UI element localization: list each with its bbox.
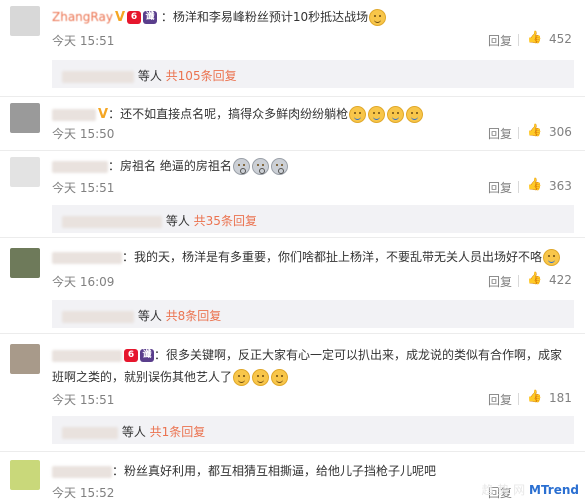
watermark: 趋 势 网 MTrend xyxy=(481,483,579,497)
user-name[interactable] xyxy=(52,251,122,264)
divider xyxy=(518,34,519,46)
sub-reply-summary[interactable]: 等人 共105条回复 xyxy=(52,60,574,88)
vip-icon: 6 xyxy=(124,349,138,362)
comment-time: 今天 15:51 xyxy=(52,393,115,407)
comment-text: 房祖名 绝逼的房祖名 xyxy=(120,159,232,173)
reply-button[interactable]: 回复 xyxy=(488,179,512,196)
comment-item: V：还不如直接点名呢，搞得众多鲜肉纷纷躺枪 今天 15:50 回复 👍 306 xyxy=(0,97,585,149)
comment-time: 今天 15:51 xyxy=(52,34,115,48)
like-count: 363 xyxy=(549,179,572,193)
vip-icon: 6 xyxy=(127,11,141,24)
emoji-icon xyxy=(543,249,561,266)
emoji-icon xyxy=(349,106,367,123)
user-name[interactable]: ZhangRay xyxy=(52,10,113,24)
comment-text: 还不如直接点名呢，搞得众多鲜肉纷纷躺枪 xyxy=(120,107,349,121)
avatar[interactable] xyxy=(10,344,40,374)
comment-item: ：我的天，杨洋是有多重要，你们啥都扯上杨洋，不要乱带无关人员出场好不咯 今天 1… xyxy=(0,238,585,290)
emoji-icon xyxy=(369,9,387,26)
like-icon[interactable]: 👍 xyxy=(527,177,542,191)
avatar[interactable] xyxy=(10,157,40,187)
verified-icon: V xyxy=(98,107,109,122)
divider xyxy=(518,181,519,193)
like-icon[interactable]: 👍 xyxy=(527,389,542,403)
reply-button[interactable]: 回复 xyxy=(488,32,512,49)
comment-header: 6 谶：很多关键啊，反正大家有心一定可以扒出来，成龙说的类似有合作啊，成家 xyxy=(52,346,562,363)
sub-reply-link[interactable]: 共1条回复 xyxy=(150,425,206,439)
comment-time: 今天 16:09 xyxy=(52,275,115,289)
reply-button[interactable]: 回复 xyxy=(488,125,512,142)
avatar[interactable] xyxy=(10,103,40,133)
avatar[interactable] xyxy=(10,248,40,278)
emoji-icon xyxy=(270,158,288,175)
comment-item: ：房祖名 绝逼的房祖名 今天 15:51 回复 👍 363 xyxy=(0,151,585,201)
comment-header: ：粉丝真好利用，都互相猜互相撕逼，给他儿子挡枪子儿呢吧 xyxy=(52,462,436,479)
sub-reply-summary[interactable]: 等人 共35条回复 xyxy=(52,205,574,233)
emoji-icon xyxy=(232,158,250,175)
like-icon[interactable]: 👍 xyxy=(527,271,542,285)
comment-header: ：我的天，杨洋是有多重要，你们啥都扯上杨洋，不要乱带无关人员出场好不咯 xyxy=(52,248,561,266)
comment-time: 今天 15:50 xyxy=(52,127,115,141)
comment-text-continued: 班啊之类的，就别误伤其他艺人了 xyxy=(52,368,289,386)
emoji-icon xyxy=(233,369,251,386)
badge-icon: 谶 xyxy=(140,349,154,362)
emoji-icon xyxy=(387,106,405,123)
blurred-names xyxy=(62,70,134,83)
divider xyxy=(518,393,519,405)
sub-reply-summary[interactable]: 等人 共1条回复 xyxy=(52,416,574,444)
avatar[interactable] xyxy=(10,6,40,36)
user-name[interactable] xyxy=(52,160,108,173)
sub-reply-link[interactable]: 共105条回复 xyxy=(166,69,237,83)
like-icon[interactable]: 👍 xyxy=(527,30,542,44)
comment-header: V：还不如直接点名呢，搞得众多鲜肉纷纷躺枪 xyxy=(52,105,424,123)
comment-header: ZhangRay V 6 谶 ：杨洋和李易峰粉丝预计10秒抵达战场 xyxy=(52,8,387,26)
user-name[interactable] xyxy=(52,465,112,478)
like-count: 452 xyxy=(549,32,572,46)
sub-reply-link[interactable]: 共35条回复 xyxy=(194,214,257,228)
sub-reply-label: 等人 xyxy=(137,309,162,323)
emoji-icon xyxy=(368,106,386,123)
sub-reply-label: 等人 xyxy=(121,425,146,439)
like-icon[interactable]: 👍 xyxy=(527,123,542,137)
like-count: 422 xyxy=(549,273,572,287)
badge-icon: 谶 xyxy=(143,11,157,24)
divider xyxy=(518,127,519,139)
sub-reply-label: 等人 xyxy=(165,214,190,228)
emoji-icon xyxy=(406,106,424,123)
user-name[interactable] xyxy=(52,108,96,121)
comment-item: ZhangRay V 6 谶 ：杨洋和李易峰粉丝预计10秒抵达战场 今天 15:51 … xyxy=(0,0,585,60)
divider xyxy=(518,275,519,287)
comment-time: 今天 15:51 xyxy=(52,181,115,195)
comment-text: 杨洋和李易峰粉丝预计10秒抵达战场 xyxy=(172,10,369,24)
avatar[interactable] xyxy=(10,460,40,490)
blurred-names xyxy=(62,426,118,439)
blurred-names xyxy=(62,215,162,228)
emoji-icon xyxy=(252,369,270,386)
user-name[interactable] xyxy=(52,349,122,362)
emoji-icon xyxy=(251,158,269,175)
comment-text: 很多关键啊，反正大家有心一定可以扒出来，成龙说的类似有合作啊，成家 xyxy=(166,348,563,362)
emoji-icon xyxy=(271,369,289,386)
comment-time: 今天 15:52 xyxy=(52,486,115,500)
verified-icon: V xyxy=(114,10,125,25)
like-count: 306 xyxy=(549,125,572,139)
reply-button[interactable]: 回复 xyxy=(488,273,512,290)
comment-text: 我的天，杨洋是有多重要，你们啥都扯上杨洋，不要乱带无关人员出场好不咯 xyxy=(134,250,543,264)
comment-text: 粉丝真好利用，都互相猜互相撕逼，给他儿子挡枪子儿呢吧 xyxy=(124,464,437,478)
like-count: 181 xyxy=(549,391,572,405)
sub-reply-summary[interactable]: 等人 共8条回复 xyxy=(52,300,574,328)
sub-reply-link[interactable]: 共8条回复 xyxy=(166,309,222,323)
comment-item: 6 谶：很多关键啊，反正大家有心一定可以扒出来，成龙说的类似有合作啊，成家 班啊之… xyxy=(0,334,585,408)
comment-header: ：房祖名 绝逼的房祖名 xyxy=(52,157,289,175)
reply-button[interactable]: 回复 xyxy=(488,391,512,408)
blurred-names xyxy=(62,310,134,323)
sub-reply-label: 等人 xyxy=(137,69,162,83)
